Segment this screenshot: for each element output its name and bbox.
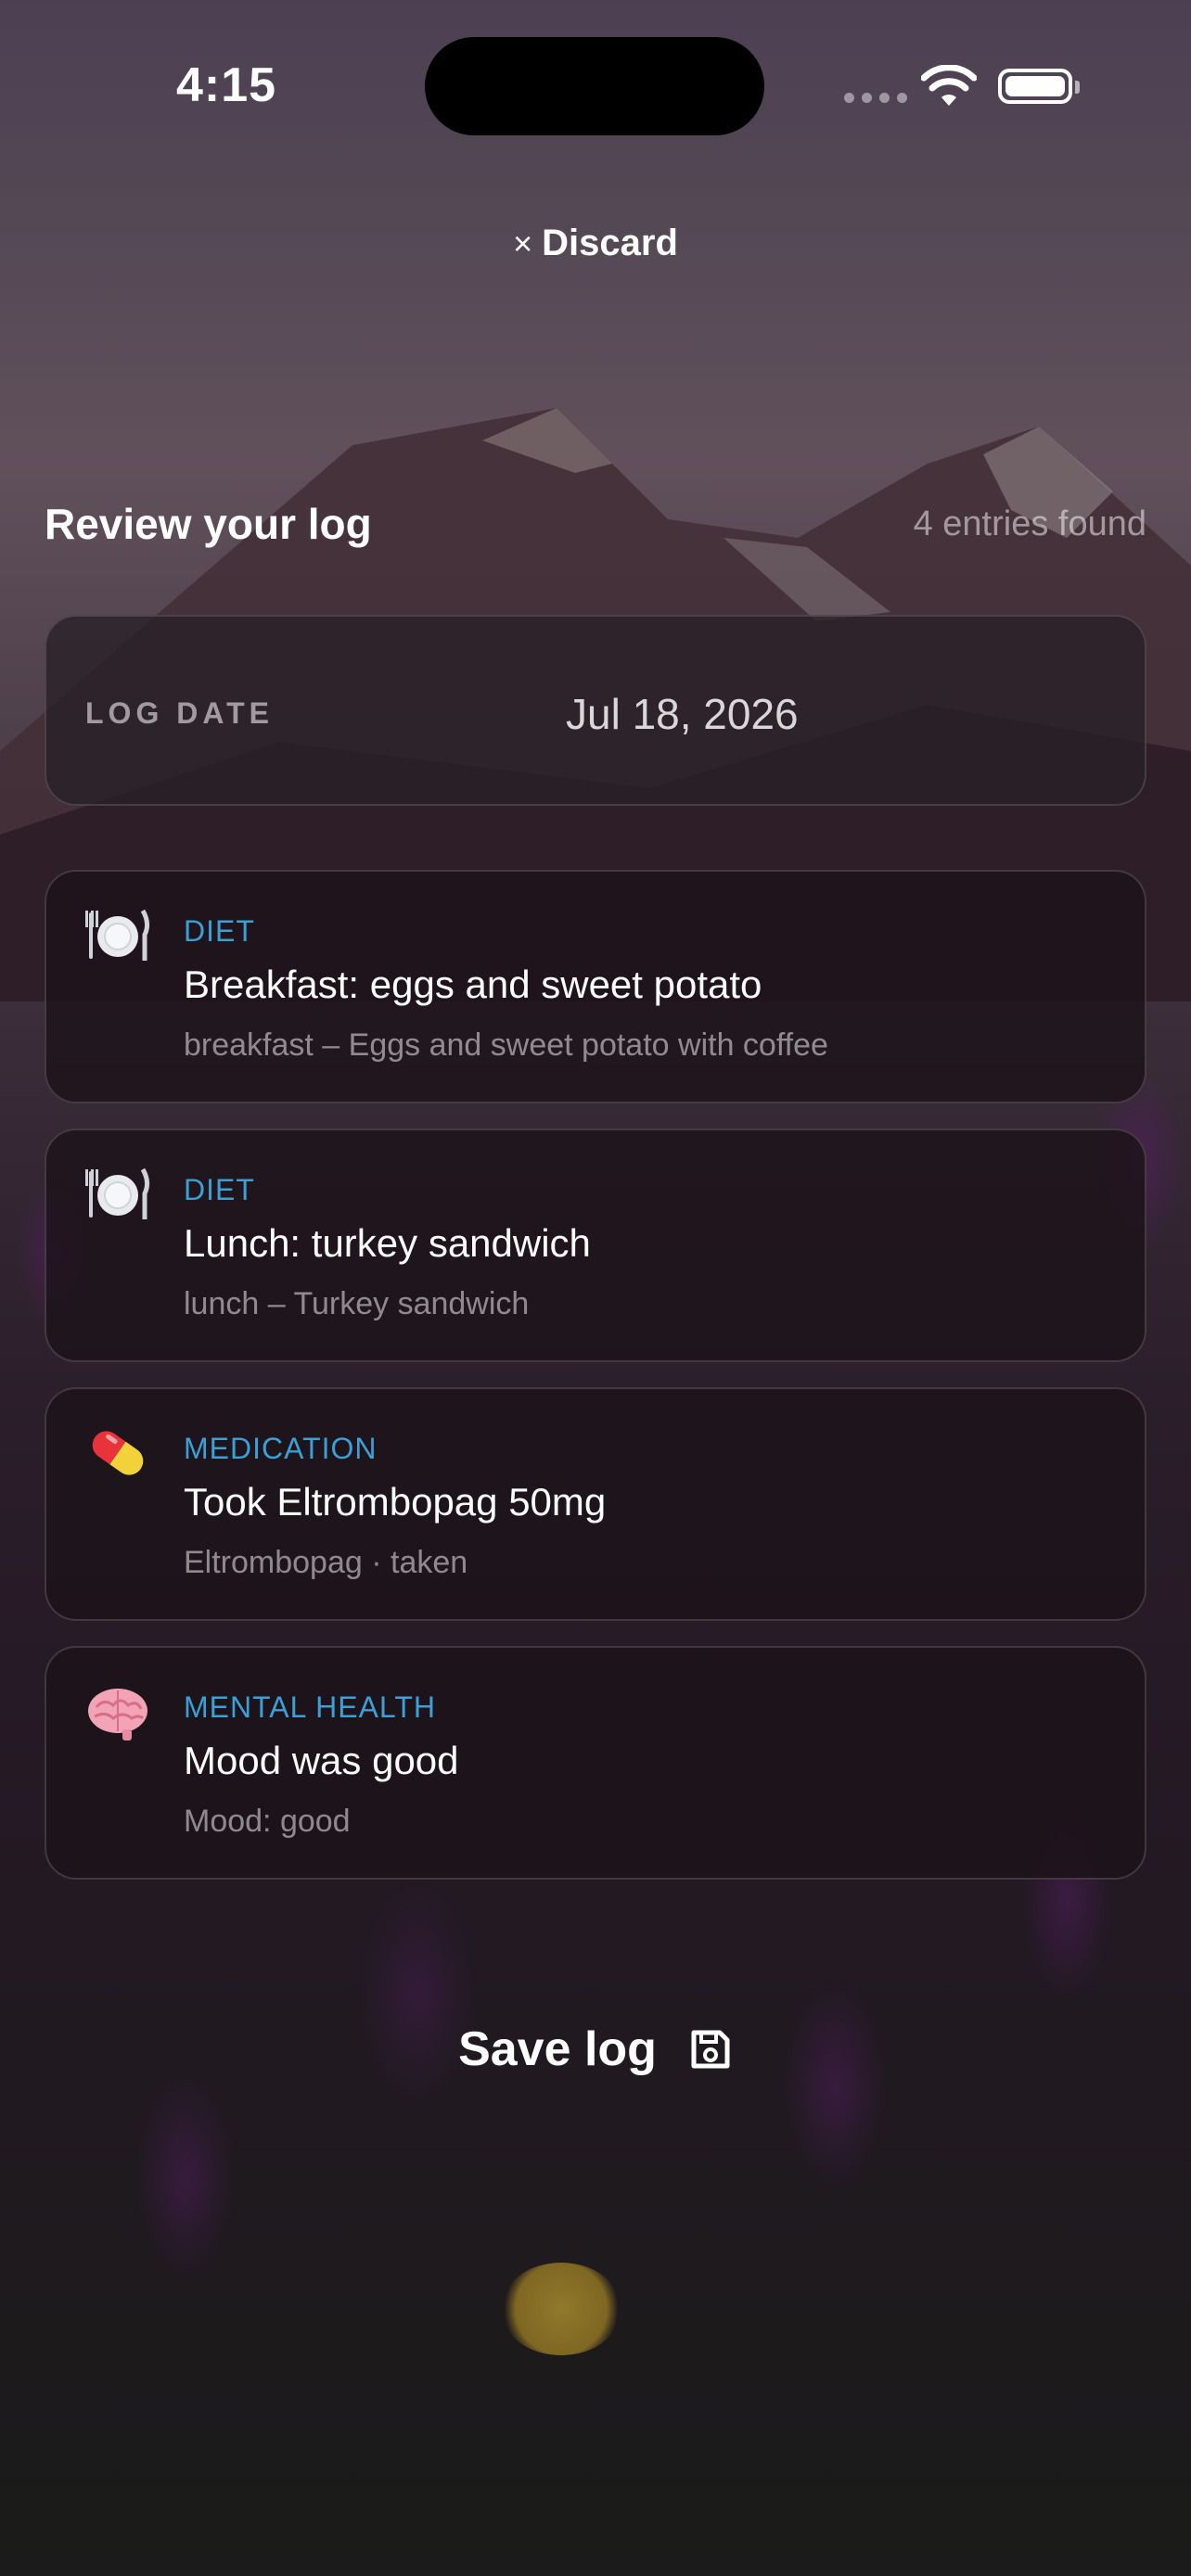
dynamic-island bbox=[425, 37, 764, 135]
log-date-value[interactable]: Jul 18, 2026 bbox=[566, 689, 799, 739]
entry-category: MEDICATION bbox=[184, 1432, 378, 1465]
log-date-picker[interactable]: LOG DATE Jul 18, 2026 bbox=[45, 615, 1146, 806]
log-entry-card[interactable]: MEDICATION Took Eltrombopag 50mg Eltromb… bbox=[45, 1387, 1146, 1621]
entry-category: MENTAL HEALTH bbox=[184, 1690, 436, 1724]
entries-count: 4 entries found bbox=[913, 504, 1146, 543]
cellular-signal-icon bbox=[844, 93, 907, 103]
battery-icon bbox=[998, 69, 1080, 104]
wifi-icon bbox=[921, 65, 977, 106]
status-bar: 4:15 bbox=[0, 0, 1191, 167]
entry-title: Mood was good bbox=[184, 1739, 459, 1782]
discard-label: Discard bbox=[542, 223, 678, 263]
entry-title: Lunch: turkey sandwich bbox=[184, 1221, 591, 1265]
entry-category: DIET bbox=[184, 914, 255, 948]
floppy-disk-icon bbox=[691, 2030, 730, 2069]
log-entry-card[interactable]: MENTAL HEALTH Mood was good Mood: good bbox=[45, 1646, 1146, 1880]
entry-category: DIET bbox=[184, 1173, 255, 1206]
entry-detail: breakfast – Eggs and sweet potato with c… bbox=[184, 1027, 828, 1063]
log-entry-card[interactable]: DIET Breakfast: eggs and sweet potato br… bbox=[45, 870, 1146, 1103]
pill-icon bbox=[92, 1431, 144, 1475]
brain-icon bbox=[88, 1689, 147, 1741]
entry-title: Took Eltrombopag 50mg bbox=[184, 1480, 607, 1524]
entry-detail: Mood: good bbox=[184, 1804, 351, 1839]
plate-cutlery-icon bbox=[85, 1167, 150, 1219]
entry-detail: lunch – Turkey sandwich bbox=[184, 1286, 530, 1321]
plate-cutlery-icon bbox=[85, 909, 150, 961]
save-log-label: Save log bbox=[458, 2022, 657, 2076]
log-date-label: LOG DATE bbox=[85, 696, 274, 730]
discard-button[interactable]: × Discard bbox=[0, 223, 1191, 264]
entry-title: Breakfast: eggs and sweet potato bbox=[184, 963, 762, 1006]
review-header: Review your log 4 entries found bbox=[45, 499, 1146, 549]
save-log-button[interactable]: Save log bbox=[0, 2021, 1191, 2077]
page-title: Review your log bbox=[45, 500, 372, 548]
log-entry-card[interactable]: DIET Lunch: turkey sandwich lunch – Turk… bbox=[45, 1129, 1146, 1362]
entry-detail: Eltrombopag · taken bbox=[184, 1545, 468, 1580]
status-time: 4:15 bbox=[176, 58, 277, 112]
close-icon: × bbox=[513, 224, 533, 262]
